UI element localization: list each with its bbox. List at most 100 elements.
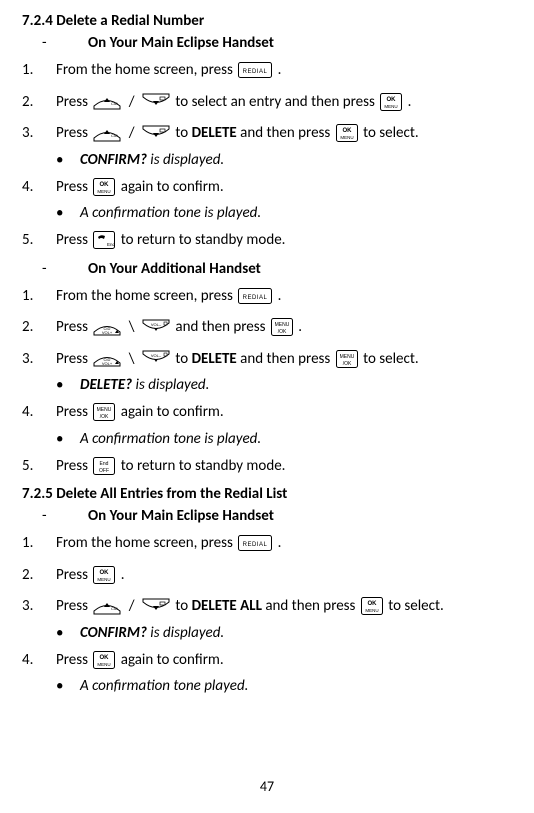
t: to: [175, 350, 191, 368]
num: [22, 403, 56, 421]
dash: -: [22, 260, 88, 278]
num: [22, 124, 56, 142]
t: Press: [56, 457, 91, 475]
t: Press: [56, 93, 91, 111]
t: .: [298, 318, 302, 336]
bullet: A confirmation tone played.: [22, 677, 512, 695]
sub-main-label: On Your Main Eclipse Handset: [88, 34, 274, 52]
dot-icon: [56, 677, 80, 695]
step-1: From the home screen, press .: [56, 284, 512, 310]
menu-ok-key-icon: [93, 403, 115, 421]
slash: /: [129, 597, 135, 615]
step-4: Press again to confirm.: [56, 400, 512, 426]
t: to return to standby mode.: [121, 457, 286, 475]
t: .: [278, 61, 282, 79]
end-key-icon: [93, 231, 115, 249]
step-5: Press to return to standby mode.: [56, 228, 512, 254]
t: and then press: [240, 124, 333, 142]
bullet-text: CONFIRM? is displayed.: [80, 624, 512, 642]
step-2: Press \ and then press .: [56, 315, 512, 341]
dot-icon: [56, 376, 80, 394]
bullet-text: DELETE? is displayed.: [80, 376, 512, 394]
redial-key-icon: [238, 62, 272, 78]
t: is displayed.: [132, 376, 209, 394]
t: Press: [56, 350, 91, 368]
step-2: Press .: [56, 563, 512, 589]
ok-menu-key-icon: [93, 651, 115, 669]
t: Press: [56, 597, 91, 615]
t: to: [175, 597, 191, 615]
t: Press: [56, 178, 91, 196]
step-1: From the home screen, press .: [56, 531, 512, 557]
bullet-text: CONFIRM? is displayed.: [80, 151, 512, 169]
backslash: \: [129, 318, 135, 336]
backslash: \: [129, 350, 135, 368]
nav-down-key-icon: [142, 125, 170, 142]
vol-down-key-icon: [142, 350, 170, 367]
bullet-text: A confirmation tone is played.: [80, 430, 512, 448]
num: [22, 93, 56, 111]
num: [22, 231, 56, 249]
step-4: Press again to confirm.: [56, 648, 512, 674]
num: [22, 287, 56, 305]
ok-menu-key-icon: [93, 566, 115, 584]
t: and then press: [240, 350, 333, 368]
step-3: Press / to DELETE ALL and then press to …: [56, 594, 512, 620]
num: [22, 61, 56, 79]
bullet: A confirmation tone is played.: [22, 430, 512, 448]
t: From the home screen, press: [56, 534, 236, 552]
dot-icon: [56, 430, 80, 448]
t: and then press: [175, 318, 268, 336]
bullet: CONFIRM? is displayed.: [22, 151, 512, 169]
section-724-heading: 7.2.4 Delete a Redial Number: [22, 12, 512, 30]
step-2: Press / to select an entry and then pres…: [56, 90, 512, 116]
list-724-add: From the home screen, press . Press \ an…: [22, 284, 512, 480]
step-3: Press \ to DELETE and then press to sele…: [56, 347, 512, 373]
num: [22, 457, 56, 475]
t: Press: [56, 651, 91, 669]
t: From the home screen, press: [56, 61, 236, 79]
num: [22, 566, 56, 584]
dot-icon: [56, 624, 80, 642]
redial-key-icon: [238, 535, 272, 551]
nav-up-key-icon: [93, 598, 121, 615]
delete-q-label: DELETE?: [80, 376, 132, 394]
num: [22, 597, 56, 615]
ok-menu-key-icon: [361, 597, 383, 615]
t: .: [278, 287, 282, 305]
ok-menu-key-icon: [93, 178, 115, 196]
bullet: DELETE? is displayed.: [22, 376, 512, 394]
t: to select.: [363, 124, 419, 142]
vol-up-key-icon: [93, 319, 121, 336]
t: to select.: [363, 350, 419, 368]
delete-all-label: DELETE ALL: [192, 597, 262, 615]
vol-up-key-icon: [93, 350, 121, 367]
t: From the home screen, press: [56, 287, 236, 305]
t: Press: [56, 124, 91, 142]
ok-menu-key-icon: [336, 124, 358, 142]
step-4: Press again to confirm.: [56, 175, 512, 201]
delete-label: DELETE: [192, 124, 237, 142]
confirm-label: CONFIRM?: [80, 624, 147, 642]
t: again to confirm.: [121, 403, 224, 421]
sub-main-label: On Your Main Eclipse Handset: [88, 507, 274, 525]
redial-key-icon: [238, 288, 272, 304]
ok-menu-key-icon: [380, 93, 402, 111]
list-724-main: From the home screen, press . Press / to…: [22, 58, 512, 254]
t: Press: [56, 231, 91, 249]
num: [22, 318, 56, 336]
t: .: [408, 93, 412, 111]
section-725-heading: 7.2.5 Delete All Entries from the Redial…: [22, 485, 512, 503]
step-5: Press to return to standby mode.: [56, 454, 512, 480]
sub-main-row-725: - On Your Main Eclipse Handset: [22, 507, 512, 525]
bullet-text: A confirmation tone played.: [80, 677, 512, 695]
sub-main-row: - On Your Main Eclipse Handset: [22, 34, 512, 52]
t: to select an entry and then press: [175, 93, 378, 111]
slash: /: [129, 124, 135, 142]
dot-icon: [56, 204, 80, 222]
nav-down-key-icon: [142, 93, 170, 110]
slash: /: [129, 93, 135, 111]
t: .: [278, 534, 282, 552]
num: [22, 178, 56, 196]
t: Press: [56, 318, 91, 336]
